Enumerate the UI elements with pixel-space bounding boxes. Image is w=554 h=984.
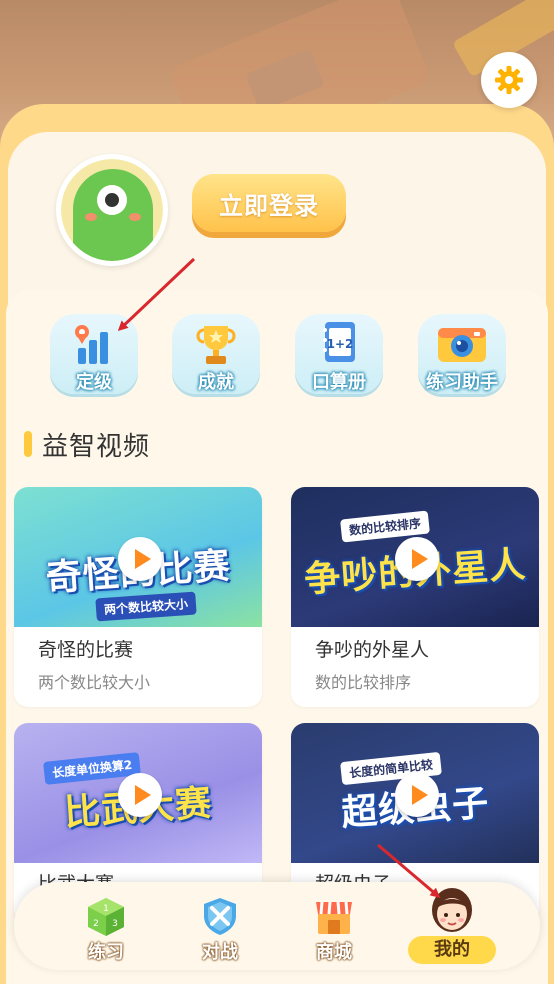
video-card[interactable]: 奇怪的比赛 两个数比较大小 奇怪的比赛 两个数比较大小 (14, 487, 262, 707)
nav-practice[interactable]: 1 2 3 练习 (56, 882, 156, 970)
nav-shop[interactable]: 商城 (284, 882, 384, 970)
video-thumbnail: 比武大赛 长度单位换算2 (14, 723, 262, 863)
gear-icon (495, 66, 523, 94)
bottom-nav: 1 2 3 练习 对战 商城 我的 (14, 882, 540, 970)
dice-icon: 1 2 3 (84, 894, 128, 938)
nav-battle[interactable]: 对战 (170, 882, 270, 970)
nav-label: 对战 (202, 942, 238, 963)
video-title: 争吵的外星人 (315, 639, 430, 661)
notebook-icon: 1+2 (295, 316, 383, 370)
play-icon[interactable] (395, 537, 439, 581)
svg-text:1+2: 1+2 (327, 337, 354, 351)
quick-action-rating[interactable]: 定级 (50, 314, 138, 394)
shop-icon (312, 894, 356, 938)
video-subtitle: 两个数比较大小 (38, 673, 151, 692)
quick-action-label: 定级 (76, 372, 112, 393)
video-subtitle: 数的比较排序 (315, 673, 412, 692)
svg-text:2: 2 (93, 919, 99, 929)
avatar[interactable] (56, 154, 168, 266)
section-title: 益智视频 (42, 432, 151, 462)
quick-action-practice-helper[interactable]: 练习助手 (418, 314, 506, 394)
settings-button[interactable] (481, 52, 537, 108)
girl-avatar-icon (428, 886, 476, 938)
quick-action-label: 成就 (198, 372, 234, 393)
quick-action-label: 口算册 (312, 372, 366, 393)
quick-action-workbook[interactable]: 1+2 口算册 (295, 314, 383, 394)
nav-mine[interactable]: 我的 (402, 882, 502, 970)
quick-action-label: 练习助手 (426, 372, 498, 393)
video-thumbnail: 争吵的外星人 数的比较排序 (291, 487, 539, 627)
quick-action-achievement[interactable]: 成就 (172, 314, 260, 394)
shield-swords-icon (198, 894, 242, 938)
video-card[interactable]: 争吵的外星人 数的比较排序 争吵的外星人 数的比较排序 (291, 487, 539, 707)
login-button[interactable]: 立即登录 (192, 174, 346, 232)
bar-chart-pin-icon (50, 316, 138, 370)
monster-pupil (105, 193, 119, 207)
video-title: 奇怪的比赛 (38, 639, 134, 661)
green-monster-avatar (61, 159, 163, 261)
nav-label: 我的 (408, 936, 496, 964)
play-icon[interactable] (395, 773, 439, 817)
play-icon[interactable] (118, 773, 162, 817)
monster-cheek-left (85, 213, 97, 221)
video-thumbnail: 奇怪的比赛 两个数比较大小 (14, 487, 262, 627)
camera-icon (418, 316, 506, 370)
play-icon[interactable] (118, 537, 162, 581)
section-marker (24, 431, 32, 457)
video-thumbnail: 超级虫子 长度的简单比较 (291, 723, 539, 863)
trophy-icon (172, 316, 260, 370)
nav-label: 练习 (88, 942, 124, 963)
nav-label: 商城 (316, 942, 352, 963)
monster-cheek-right (129, 213, 141, 221)
svg-text:3: 3 (112, 919, 118, 929)
svg-text:1: 1 (103, 904, 109, 914)
